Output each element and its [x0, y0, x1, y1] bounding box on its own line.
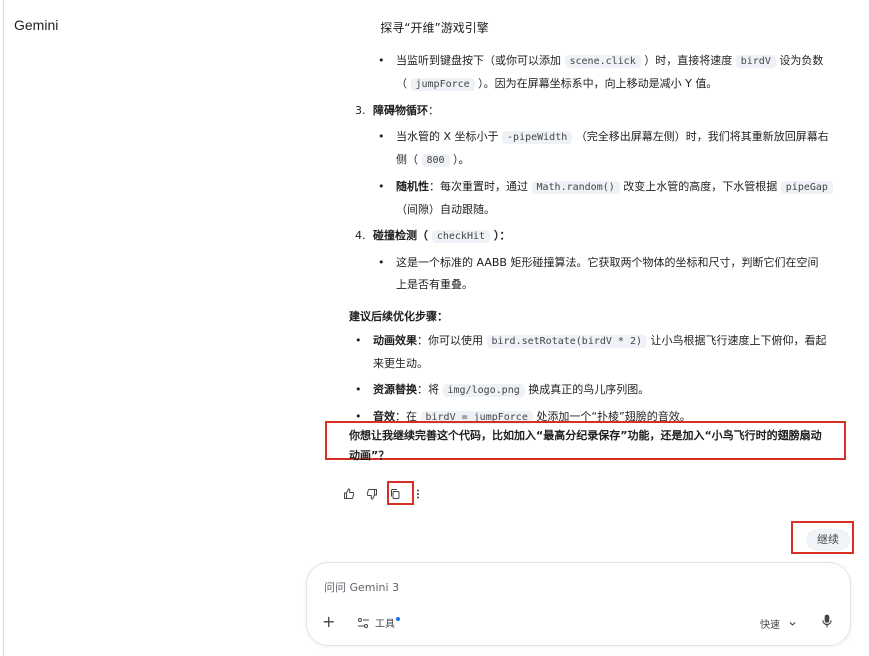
inline-code: scene.click: [564, 55, 641, 68]
text: 改变上水管的高度，下水管根据: [619, 180, 781, 193]
text: ：每次重置时，通过: [429, 180, 532, 193]
thumb-down-icon[interactable]: [365, 487, 379, 501]
prompt-input[interactable]: 问问 Gemini 3: [324, 579, 399, 595]
add-icon[interactable]: +: [322, 614, 335, 630]
mic-icon[interactable]: [821, 614, 833, 628]
text: （: [396, 77, 411, 90]
text: 当水管的 X 坐标小于: [396, 130, 503, 143]
inline-code: 800: [421, 154, 450, 167]
user-message-highlight: 继续: [791, 521, 854, 554]
text: ）。: [449, 153, 470, 166]
inline-code: -pipeWidth: [502, 131, 573, 144]
inline-code: bird.setRotate(birdV * 2): [486, 335, 648, 348]
list-number: 3.: [355, 104, 366, 117]
text: ）。因为在屏幕坐标系中，向上移动是减小 Y 值。: [474, 77, 718, 90]
numbered-item-label: 障碍物循环: [373, 104, 428, 117]
chat-title-text: 探寻“开维”游戏引擎: [380, 21, 489, 35]
inline-code: img/logo.png: [442, 384, 525, 397]
text: 设为负数: [775, 54, 824, 67]
text: ：: [428, 104, 439, 117]
thumb-up-icon[interactable]: [342, 487, 356, 501]
text: 换成真正的鸟儿序列图。: [524, 383, 650, 396]
copy-highlight-box: [387, 481, 414, 505]
text: 侧（: [396, 153, 422, 166]
text: ）：: [490, 229, 511, 242]
sidebar-rail: [0, 0, 4, 656]
inline-code: jumpForce: [410, 78, 475, 91]
inline-code: birdV: [735, 55, 776, 68]
text: 让小鸟根据飞行速度上下俯仰，看起: [647, 334, 827, 347]
mode-selector[interactable]: 快速: [760, 616, 797, 631]
text: ：你可以使用: [417, 334, 487, 347]
inline-code: pipeGap: [780, 181, 833, 194]
list-number: 4.: [355, 229, 366, 242]
list-item: 资源替换：将 img/logo.png 换成真正的鸟儿序列图。: [349, 379, 844, 402]
bold-text: 随机性: [396, 180, 429, 193]
section-heading: 建议后续优化步骤：: [349, 310, 448, 323]
text: （间隙）自动跟随。: [396, 203, 495, 216]
list-item: 当水管的 X 坐标小于 -pipeWidth （完全移出屏幕左侧）时，我们将其重…: [349, 126, 844, 172]
text: ：将: [417, 383, 443, 396]
bold-text: 动画效果: [373, 334, 417, 347]
tools-label: 工具: [375, 619, 395, 630]
new-badge-dot: [396, 616, 400, 621]
numbered-item: 4. 碰撞检测（ checkHit ）：: [349, 225, 844, 248]
tools-button[interactable]: 工具: [357, 615, 400, 630]
response-content: 当监听到键盘按下（或你可以添加 scene.click ）时，直接将速度 bir…: [349, 50, 844, 429]
user-message[interactable]: 继续: [806, 529, 850, 551]
list-item: 动画效果：你可以使用 bird.setRotate(birdV * 2) 让小鸟…: [349, 330, 844, 375]
text: （完全移出屏幕左侧）时，我们将其重新放回屏幕右: [572, 130, 829, 143]
followup-question-line: 你想让我继续完善这个代码，比如加入“最高分纪录保存”功能，还是加入“小鸟飞行时的…: [349, 429, 822, 442]
inline-code: checkHit: [431, 230, 491, 243]
followup-question-line: 动画”？: [349, 449, 390, 462]
text: 来更生动。: [373, 357, 428, 370]
followup-question-highlight: 你想让我继续完善这个代码，比如加入“最高分纪录保存”功能，还是加入“小鸟飞行时的…: [325, 421, 846, 462]
inline-code: Math.random(): [531, 181, 620, 194]
numbered-item: 3. 障碍物循环：: [349, 100, 844, 122]
numbered-item-label: 碰撞检测（: [373, 229, 432, 242]
list-item: 随机性：每次重置时，通过 Math.random() 改变上水管的高度，下水管根…: [349, 176, 844, 221]
text: 当监听到键盘按下（或你可以添加: [396, 54, 565, 67]
text: 上是否有重叠。: [396, 278, 473, 291]
list-item: 这是一个标准的 AABB 矩形碰撞算法。它获取两个物体的坐标和尺寸，判断它们在空…: [349, 252, 844, 296]
text: ）时，直接将速度: [640, 54, 736, 67]
list-item: 当监听到键盘按下（或你可以添加 scene.click ）时，直接将速度 bir…: [349, 50, 844, 96]
bold-text: 资源替换: [373, 383, 417, 396]
tune-icon: [358, 617, 369, 628]
mode-label: 快速: [760, 620, 780, 631]
chat-title[interactable]: 探寻“开维”游戏引擎: [0, 19, 869, 36]
prompt-composer[interactable]: 问问 Gemini 3 + 工具 快速: [306, 562, 851, 646]
text: 这是一个标准的 AABB 矩形碰撞算法。它获取两个物体的坐标和尺寸，判断它们在空…: [396, 256, 819, 269]
chevron-down-icon: [789, 621, 796, 626]
